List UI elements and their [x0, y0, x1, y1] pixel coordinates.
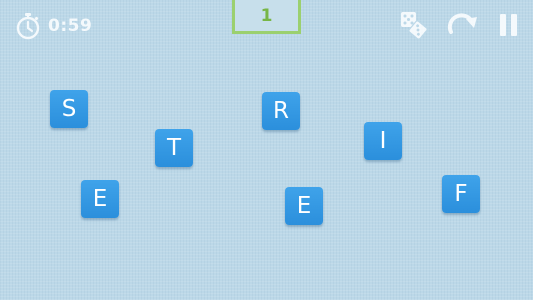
pause-icon: [497, 11, 521, 39]
dice-icon: [398, 10, 428, 40]
tile-letter: S: [61, 95, 77, 122]
shuffle-button[interactable]: [396, 10, 430, 40]
tile-letter: I: [379, 127, 387, 154]
tile-letter: F: [454, 180, 468, 207]
redo-button[interactable]: [446, 10, 480, 40]
letter-tile[interactable]: R: [262, 92, 300, 130]
letter-tile[interactable]: S: [50, 90, 88, 128]
tile-letter: T: [166, 134, 182, 161]
letter-tile[interactable]: T: [155, 129, 193, 167]
pause-button[interactable]: [492, 10, 526, 40]
timer-value: 0:59: [48, 16, 93, 36]
letter-tile[interactable]: F: [442, 175, 480, 213]
letter-tile[interactable]: E: [81, 180, 119, 218]
score-value: 1: [260, 6, 273, 26]
stopwatch-icon: [14, 12, 42, 40]
letter-tile[interactable]: E: [285, 187, 323, 225]
letter-tile[interactable]: I: [364, 122, 402, 160]
tile-letter: E: [296, 192, 312, 219]
tile-letter: R: [273, 97, 289, 124]
tile-letter: E: [92, 185, 108, 212]
score-box: 1: [232, 0, 301, 34]
redo-arrow-icon: [446, 10, 480, 40]
timer: 0:59: [14, 12, 92, 40]
